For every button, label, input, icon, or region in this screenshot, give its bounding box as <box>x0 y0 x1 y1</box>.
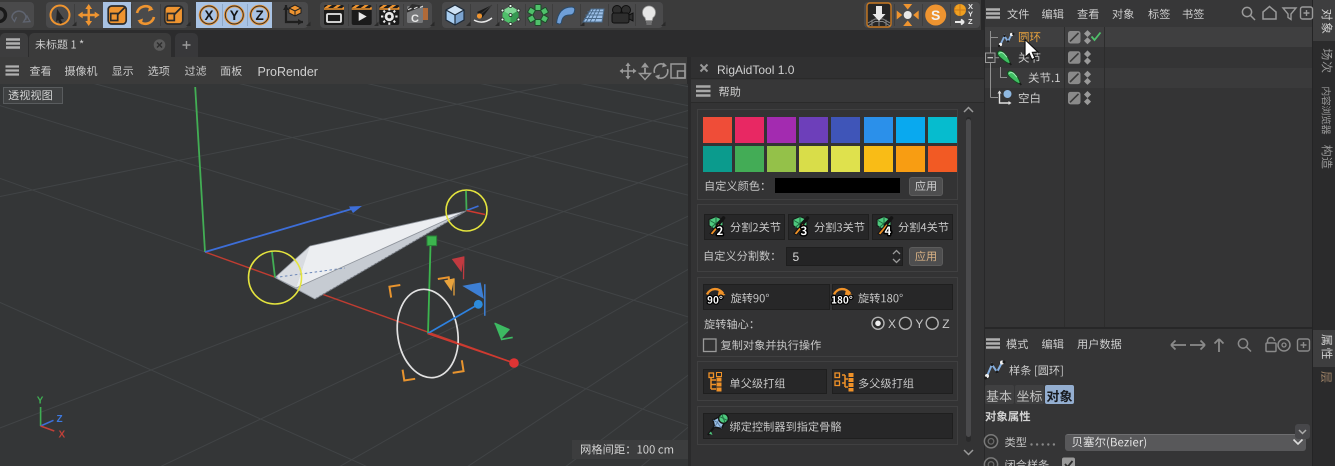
svg-text:X: X <box>59 430 66 441</box>
svg-text:Y: Y <box>37 396 44 407</box>
svg-text:Z: Z <box>57 414 63 425</box>
